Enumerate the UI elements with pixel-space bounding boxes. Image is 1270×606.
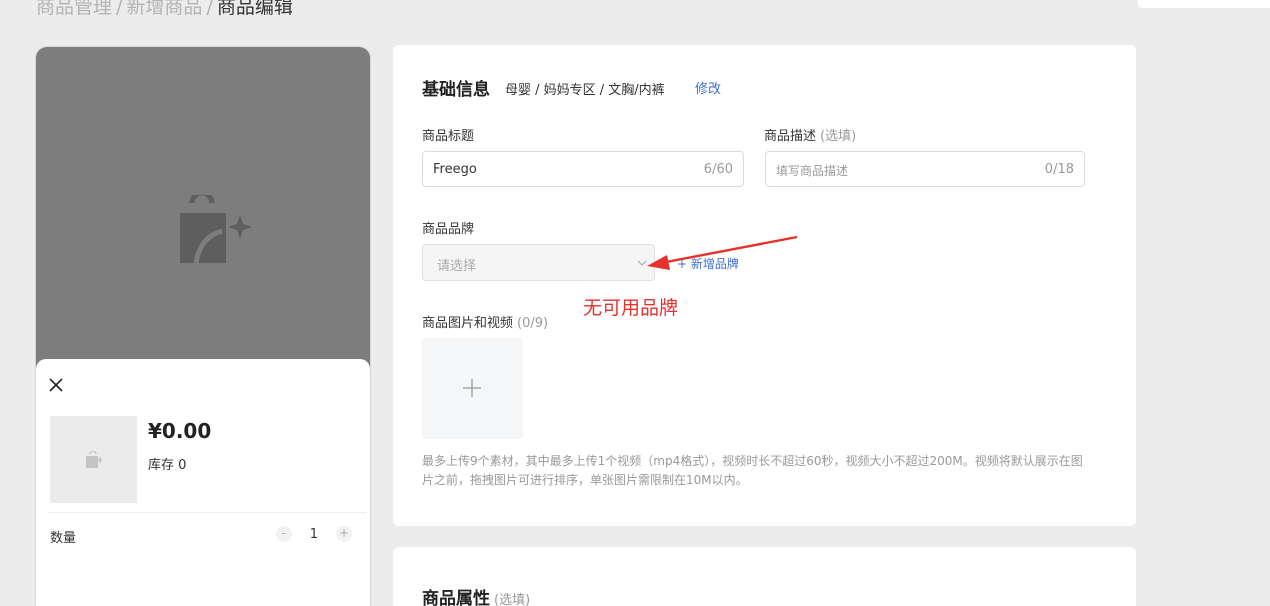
optional-tag: (选填): [820, 129, 857, 144]
media-upload-button[interactable]: [422, 338, 523, 439]
description-label: 商品描述 (选填): [764, 125, 856, 144]
attributes-card: 商品属性 (选填): [393, 547, 1136, 606]
breadcrumb-item-new-product[interactable]: 新增商品: [126, 0, 202, 18]
product-title-value: Freego: [433, 162, 477, 177]
description-placeholder: 填写商品描述: [776, 164, 849, 178]
section-title-attributes: 商品属性 (选填): [422, 584, 530, 606]
basic-info-card: 基础信息 母婴 / 妈妈专区 / 文胸/内裤 修改 商品标题 Freego 6/…: [393, 45, 1136, 526]
optional-tag: (选填): [494, 593, 531, 606]
breadcrumb-separator: /: [116, 0, 123, 18]
quantity-stepper: - 1 +: [275, 526, 352, 542]
product-title-label: 商品标题: [422, 129, 475, 144]
sku-thumbnail: [50, 416, 137, 503]
increment-button[interactable]: +: [336, 526, 352, 542]
brand-placeholder: 请选择: [437, 259, 477, 274]
section-title-basic-info: 基础信息: [422, 80, 490, 100]
edit-category-link[interactable]: 修改: [695, 78, 721, 97]
media-label: 商品图片和视频 (0/9): [422, 312, 548, 331]
media-upload-hint: 最多上传9个素材，其中最多上传1个视频（mp4格式），视频时长不超过60秒，视频…: [422, 454, 1083, 487]
plus-icon: [463, 379, 481, 397]
breadcrumb: 商品管理 / 新增商品 / 商品编辑: [36, 0, 293, 19]
breadcrumb-item-product-management[interactable]: 商品管理: [36, 0, 112, 18]
decrement-button[interactable]: -: [275, 526, 292, 542]
attributes-title: 商品属性: [422, 589, 490, 606]
shopping-bag-icon: [180, 195, 252, 264]
annotation-arrow-icon: [647, 235, 798, 270]
divider: [48, 512, 366, 513]
media-counter: (0/9): [517, 316, 549, 331]
annotation-no-brand: 无可用品牌: [583, 297, 679, 319]
brand-select[interactable]: 请选择: [422, 244, 655, 281]
breadcrumb-separator: /: [206, 0, 213, 18]
breadcrumb-current: 商品编辑: [216, 0, 293, 18]
shopping-bag-icon: [86, 451, 103, 468]
description-counter: 0/18: [1044, 162, 1074, 177]
sku-stock: 库存 0: [148, 458, 187, 473]
category-path: 母婴 / 妈妈专区 / 文胸/内裤: [505, 83, 665, 98]
quantity-label: 数量: [50, 531, 77, 546]
media-label-text: 商品图片和视频: [422, 316, 514, 331]
preview-image-placeholder: [36, 47, 370, 377]
close-icon[interactable]: [48, 377, 64, 393]
sku-sheet: ¥0.00 库存 0 数量 - 1 +: [36, 359, 370, 606]
product-title-counter: 6/60: [703, 162, 733, 177]
top-right-panel: [1138, 0, 1270, 8]
product-title-input[interactable]: Freego 6/60: [422, 151, 744, 187]
description-input[interactable]: 填写商品描述 0/18: [765, 151, 1085, 187]
product-preview: ¥0.00 库存 0 数量 - 1 +: [35, 46, 371, 606]
description-label-text: 商品描述: [764, 129, 817, 144]
brand-label: 商品品牌: [422, 222, 475, 237]
quantity-value: 1: [309, 526, 318, 542]
sku-price: ¥0.00: [148, 419, 212, 443]
